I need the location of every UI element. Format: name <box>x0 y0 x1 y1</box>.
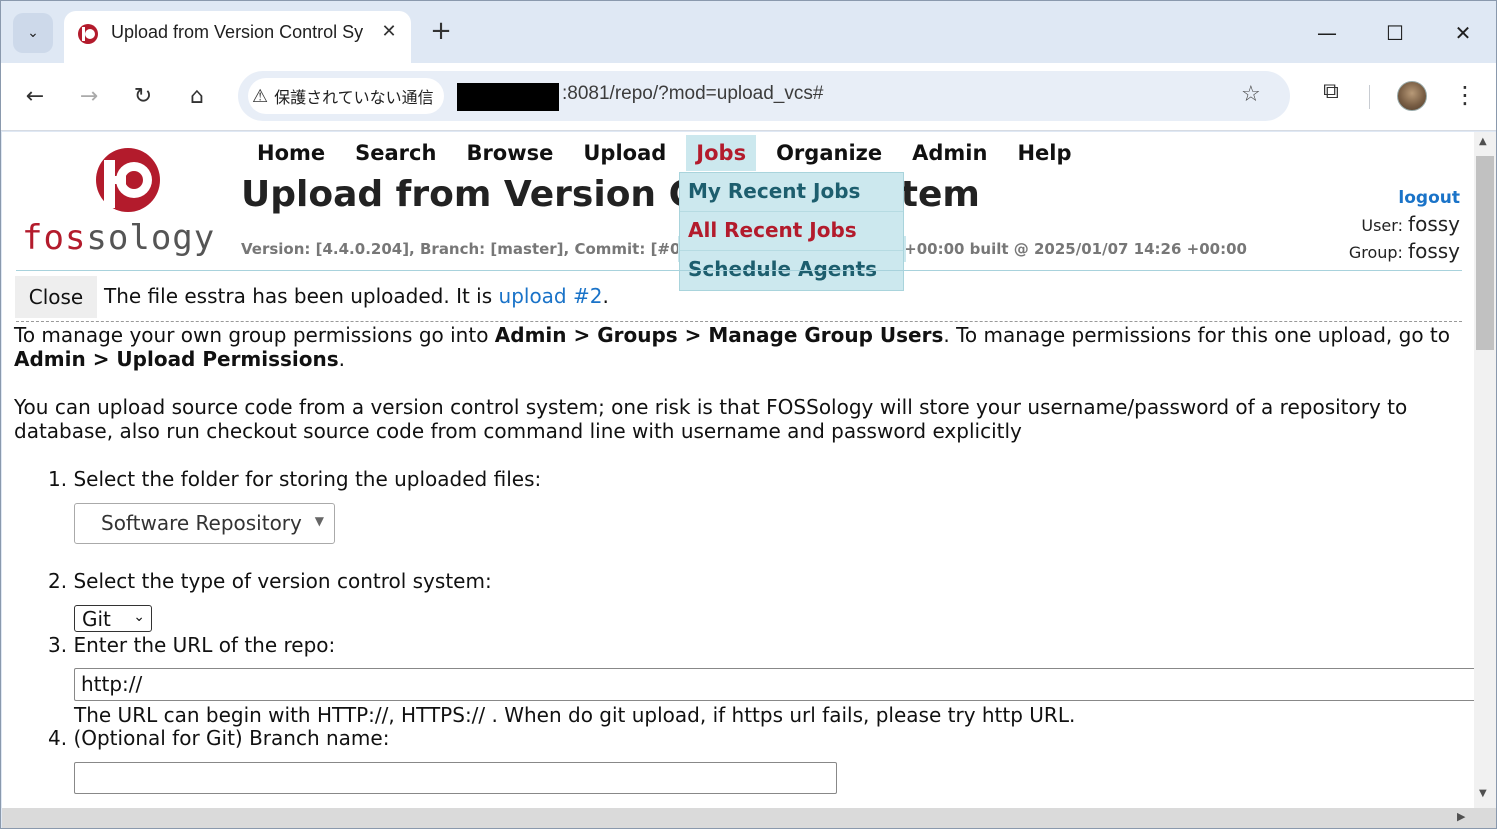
close-tab-icon[interactable]: ✕ <box>376 19 402 45</box>
upload-notice: The file esstra has been uploaded. It is… <box>104 284 609 308</box>
menu-my-recent-jobs[interactable]: My Recent Jobs <box>680 173 903 212</box>
branch-name-input[interactable] <box>74 762 837 794</box>
warning-triangle-icon: ⚠ <box>252 85 269 107</box>
tab-strip: ⌄ Upload from Version Control Sy ✕ + — ☐… <box>1 1 1496 63</box>
browser-tab[interactable]: Upload from Version Control Sy ✕ <box>64 11 411 63</box>
address-bar[interactable]: ⚠ 保護されていない通信 :8081/repo/?mod=upload_vcs#… <box>238 71 1290 121</box>
nav-admin[interactable]: Admin <box>902 135 997 171</box>
nav-browse[interactable]: Browse <box>456 135 563 171</box>
tab-search-button[interactable]: ⌄ <box>13 13 53 53</box>
nav-home[interactable]: Home <box>247 135 335 171</box>
horizontal-scrollbar[interactable]: ▶ <box>2 808 1496 828</box>
forward-arrow-icon[interactable]: → <box>71 79 107 115</box>
header-divider <box>16 270 1462 271</box>
upload-link[interactable]: upload #2 <box>499 284 603 308</box>
browser-window: ⌄ Upload from Version Control Sy ✕ + — ☐… <box>0 0 1497 829</box>
security-chip[interactable]: ⚠ 保護されていない通信 <box>248 78 444 114</box>
repo-url-input[interactable]: http:// <box>74 668 1474 701</box>
step3-label: 3. Enter the URL of the repo: <box>48 633 336 657</box>
fossology-logo[interactable]: fossology <box>22 144 232 258</box>
step2-label: 2. Select the type of version control sy… <box>48 569 492 593</box>
scroll-thumb[interactable] <box>1476 156 1494 350</box>
redacted-host <box>457 83 559 111</box>
dropdown-caret-icon: ▼ <box>314 514 324 528</box>
nav-jobs[interactable]: Jobs <box>686 135 757 171</box>
user-info: User: fossy <box>1361 212 1460 236</box>
toolbar-separator <box>1369 85 1370 109</box>
fossology-logo-mark <box>96 148 160 212</box>
logo-wordmark: fossology <box>22 218 216 258</box>
fossology-favicon-icon <box>78 24 98 44</box>
security-label: 保護されていない通信 <box>274 88 434 107</box>
maximize-icon[interactable]: ☐ <box>1372 15 1418 51</box>
permissions-paragraph: To manage your own group permissions go … <box>14 323 1451 371</box>
browser-menu-icon[interactable]: ⋮ <box>1453 79 1477 111</box>
step4-label: 4. (Optional for Git) Branch name: <box>48 726 390 750</box>
page-content: fossology Upload from Version Control Sy… <box>2 132 1474 808</box>
profile-avatar[interactable] <box>1397 81 1427 111</box>
logout-link[interactable]: logout <box>1398 188 1460 208</box>
scroll-right-icon[interactable]: ▶ <box>1457 810 1465 823</box>
url-hint: The URL can begin with HTTP://, HTTPS://… <box>74 703 1076 727</box>
chevron-down-icon: ⌄ <box>133 609 145 625</box>
notice-divider <box>16 321 1462 322</box>
chevron-down-icon: ⌄ <box>27 25 39 41</box>
url-text[interactable]: :8081/repo/?mod=upload_vcs# <box>562 83 823 105</box>
browser-toolbar: ← → ↻ ⌂ ⚠ 保護されていない通信 :8081/repo/?mod=upl… <box>1 63 1496 131</box>
scroll-up-icon[interactable]: ▲ <box>1479 136 1487 147</box>
scroll-down-icon[interactable]: ▼ <box>1479 788 1487 799</box>
nav-help[interactable]: Help <box>1007 135 1081 171</box>
tab-title: Upload from Version Control Sy <box>111 22 363 42</box>
group-info: Group: fossy <box>1348 239 1460 263</box>
bookmark-star-icon[interactable]: ☆ <box>1241 82 1261 107</box>
nav-upload[interactable]: Upload <box>573 135 676 171</box>
nav-search[interactable]: Search <box>345 135 446 171</box>
home-icon[interactable]: ⌂ <box>179 79 215 115</box>
vertical-scrollbar[interactable]: ▲ ▼ <box>1474 132 1496 808</box>
close-window-icon[interactable]: ✕ <box>1440 15 1486 51</box>
new-tab-button[interactable]: + <box>425 15 457 47</box>
minimize-icon[interactable]: — <box>1304 15 1350 51</box>
menu-all-recent-jobs[interactable]: All Recent Jobs <box>680 212 903 251</box>
vcs-type-select[interactable]: Git ⌄ <box>74 605 152 632</box>
close-notice-button[interactable]: Close <box>15 276 97 318</box>
folder-select[interactable]: Software Repository ▼ <box>74 503 335 544</box>
reload-icon[interactable]: ↻ <box>125 79 161 115</box>
step1-label: 1. Select the folder for storing the upl… <box>48 467 542 491</box>
back-arrow-icon[interactable]: ← <box>17 79 53 115</box>
jobs-dropdown-menu: My Recent Jobs All Recent Jobs Schedule … <box>679 172 904 291</box>
vcs-intro-paragraph: You can upload source code from a versio… <box>14 395 1408 443</box>
main-nav: Home Search Browse Upload Jobs Organize … <box>247 135 1092 171</box>
extensions-puzzle-icon[interactable]: ⧉ <box>1315 79 1347 111</box>
nav-organize[interactable]: Organize <box>766 135 892 171</box>
